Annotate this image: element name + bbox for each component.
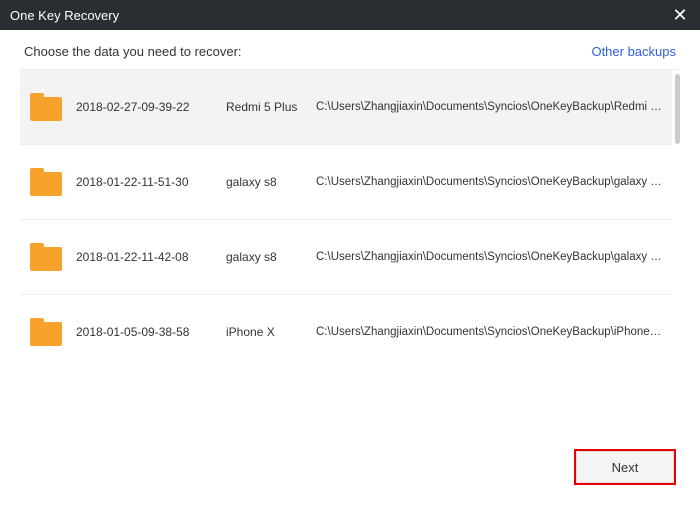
backup-path: C:\Users\Zhangjiaxin\Documents\Syncios\O…	[316, 326, 662, 338]
backup-path: C:\Users\Zhangjiaxin\Documents\Syncios\O…	[316, 176, 662, 188]
close-icon[interactable]: ✕	[670, 5, 690, 26]
backup-row[interactable]: 2018-02-27-09-39-22Redmi 5 PlusC:\Users\…	[20, 70, 672, 145]
folder-icon	[30, 168, 62, 196]
window-title: One Key Recovery	[10, 8, 119, 23]
scrollbar-thumb[interactable]	[675, 74, 680, 144]
backup-date: 2018-01-05-09-38-58	[76, 325, 226, 339]
backup-row[interactable]: 2018-01-22-11-42-08galaxy s8C:\Users\Zha…	[20, 220, 672, 295]
folder-icon	[30, 318, 62, 346]
folder-icon	[30, 93, 62, 121]
backup-path: C:\Users\Zhangjiaxin\Documents\Syncios\O…	[316, 101, 662, 113]
backup-device: Redmi 5 Plus	[226, 100, 316, 114]
backup-list: 2018-02-27-09-39-22Redmi 5 PlusC:\Users\…	[20, 70, 672, 369]
backup-date: 2018-01-22-11-42-08	[76, 250, 226, 264]
backup-device: galaxy s8	[226, 175, 316, 189]
backup-date: 2018-02-27-09-39-22	[76, 100, 226, 114]
next-button[interactable]: Next	[574, 449, 676, 485]
folder-icon	[30, 243, 62, 271]
backup-device: galaxy s8	[226, 250, 316, 264]
prompt-text: Choose the data you need to recover:	[24, 44, 242, 59]
subheader: Choose the data you need to recover: Oth…	[0, 30, 700, 69]
footer: Next	[574, 449, 676, 485]
backup-device: iPhone X	[226, 325, 316, 339]
backup-path: C:\Users\Zhangjiaxin\Documents\Syncios\O…	[316, 251, 662, 263]
titlebar: One Key Recovery ✕	[0, 0, 700, 30]
backup-list-container: 2018-02-27-09-39-22Redmi 5 PlusC:\Users\…	[20, 69, 680, 369]
backup-row[interactable]: 2018-01-22-11-51-30galaxy s8C:\Users\Zha…	[20, 145, 672, 220]
backup-row[interactable]: 2018-01-05-09-38-58iPhone XC:\Users\Zhan…	[20, 295, 672, 369]
other-backups-link[interactable]: Other backups	[591, 44, 676, 59]
backup-date: 2018-01-22-11-51-30	[76, 175, 226, 189]
